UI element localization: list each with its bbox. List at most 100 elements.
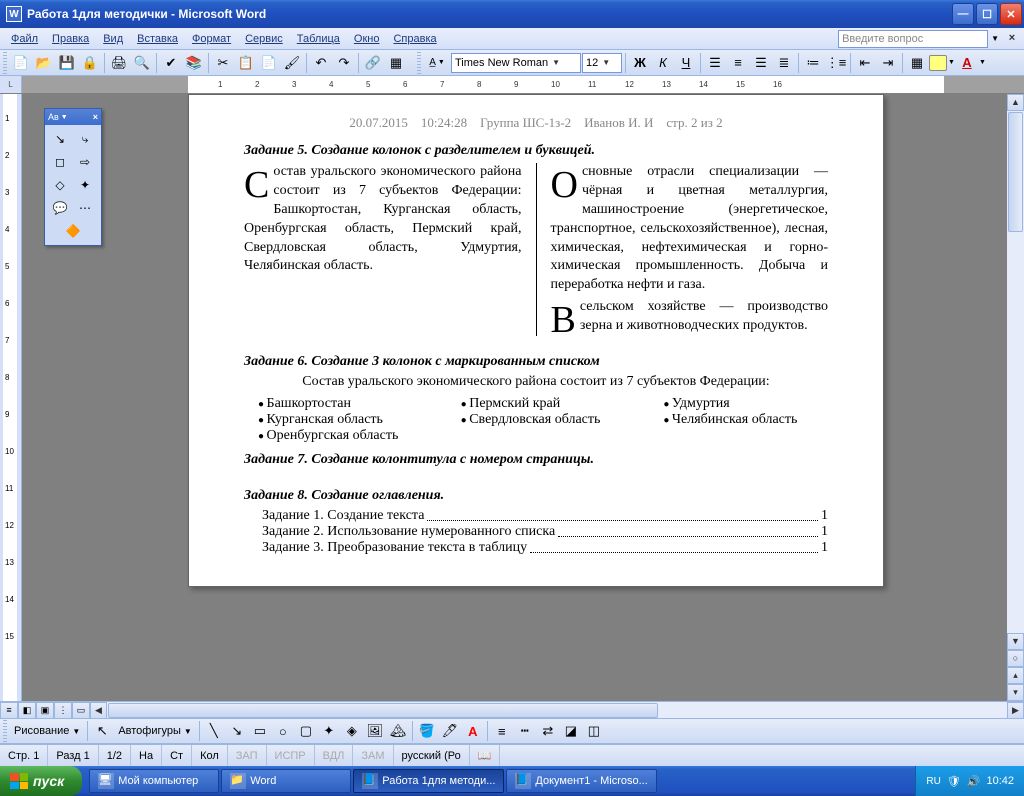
new-doc-button[interactable]: 📄: [10, 52, 32, 74]
autoshapes-floater[interactable]: Ав▼ × ↘ ⤷ ◻ ⇨ ◇ ✦ 💬 ⋯ 🔶: [44, 108, 102, 246]
print-layout-view-button[interactable]: ▣: [36, 702, 54, 719]
align-center-button[interactable]: ≡: [727, 52, 749, 74]
textbox-button[interactable]: ▢: [295, 720, 317, 742]
status-ext[interactable]: ВДЛ: [315, 745, 354, 766]
shape-callouts-icon[interactable]: 💬: [48, 197, 72, 219]
align-right-button[interactable]: ☰: [750, 52, 772, 74]
line-button[interactable]: ╲: [203, 720, 225, 742]
bold-button[interactable]: Ж: [629, 52, 651, 74]
permission-button[interactable]: 🔒: [79, 52, 101, 74]
status-ovr[interactable]: ЗАМ: [353, 745, 393, 766]
shape-more-icon[interactable]: ⋯: [73, 197, 97, 219]
minimize-button[interactable]: —: [952, 3, 974, 25]
menu-window[interactable]: Окно: [347, 31, 387, 47]
fill-color-button[interactable]: 🪣: [416, 720, 438, 742]
numbered-list-button[interactable]: ≔: [802, 52, 824, 74]
help-search-input[interactable]: [838, 30, 988, 48]
document-page[interactable]: 20.07.2015 10:24:28 Группа ШС-1з-2 Ивано…: [188, 94, 884, 587]
menu-help[interactable]: Справка: [386, 31, 443, 47]
shape-stars-icon[interactable]: ✦: [73, 174, 97, 196]
font-size-combo[interactable]: 12▼: [582, 53, 622, 73]
taskbar-item-doc2[interactable]: 📘Документ1 - Microso...: [506, 769, 656, 793]
tray-icon[interactable]: 🛡: [947, 775, 961, 788]
underline-button[interactable]: Ч: [675, 52, 697, 74]
align-left-button[interactable]: ☰: [704, 52, 726, 74]
prev-page-button[interactable]: ▴: [1007, 667, 1024, 684]
dash-style-button[interactable]: ┅: [514, 720, 536, 742]
hyperlink-button[interactable]: 🔗: [362, 52, 384, 74]
increase-indent-button[interactable]: ⇥: [877, 52, 899, 74]
shape-lines-icon[interactable]: ↘: [48, 128, 72, 150]
maximize-button[interactable]: ☐: [976, 3, 998, 25]
system-tray[interactable]: RU 🛡 🔊 10:42: [915, 766, 1024, 796]
italic-button[interactable]: К: [652, 52, 674, 74]
menu-tools[interactable]: Сервис: [238, 31, 290, 47]
floater-titlebar[interactable]: Ав▼ ×: [45, 109, 101, 125]
vertical-ruler[interactable]: 123456789101112131415: [0, 94, 22, 701]
copy-button[interactable]: 📋: [235, 52, 257, 74]
menu-edit[interactable]: Правка: [45, 31, 96, 47]
undo-button[interactable]: ↶: [310, 52, 332, 74]
diagram-button[interactable]: ◈: [341, 720, 363, 742]
highlight-button[interactable]: [929, 55, 947, 71]
menu-view[interactable]: Вид: [96, 31, 130, 47]
status-trk[interactable]: ИСПР: [267, 745, 315, 766]
borders-button[interactable]: ▦: [906, 52, 928, 74]
style-dropdown[interactable]: A̲▼: [424, 52, 450, 74]
cut-button[interactable]: ✂: [212, 52, 234, 74]
picture-button[interactable]: 🏔: [387, 720, 409, 742]
shape-basic-icon[interactable]: ◻: [48, 151, 72, 173]
hscroll-right-button[interactable]: ▶: [1007, 702, 1024, 719]
shape-connectors-icon[interactable]: ⤷: [73, 128, 97, 150]
print-preview-button[interactable]: 🔍: [131, 52, 153, 74]
web-view-button[interactable]: ◧: [18, 702, 36, 719]
drawing-menu[interactable]: Рисование▼: [10, 725, 84, 737]
document-viewport[interactable]: Ав▼ × ↘ ⤷ ◻ ⇨ ◇ ✦ 💬 ⋯ 🔶 20.07.2015 10:24…: [22, 94, 1007, 701]
outline-view-button[interactable]: ⋮: [54, 702, 72, 719]
shadow-button[interactable]: ◪: [560, 720, 582, 742]
font-color-button2[interactable]: A: [462, 720, 484, 742]
3d-button[interactable]: ◫: [583, 720, 605, 742]
scroll-up-button[interactable]: ▲: [1007, 94, 1024, 111]
next-page-button[interactable]: ▾: [1007, 684, 1024, 701]
oval-button[interactable]: ○: [272, 720, 294, 742]
rectangle-button[interactable]: ▭: [249, 720, 271, 742]
hscroll-track[interactable]: [107, 702, 1007, 718]
reading-view-button[interactable]: ▭: [72, 702, 90, 719]
wordart-button[interactable]: ✦: [318, 720, 340, 742]
hscroll-thumb[interactable]: [108, 703, 658, 718]
floater-close-icon[interactable]: ×: [93, 112, 98, 122]
line-style-button[interactable]: ≡: [491, 720, 513, 742]
arrow-button[interactable]: ↘: [226, 720, 248, 742]
status-lang[interactable]: русский (Ро: [394, 745, 470, 766]
print-button[interactable]: 🖨: [108, 52, 130, 74]
taskbar-item-word-folder[interactable]: 📁Word: [221, 769, 351, 793]
select-objects-button[interactable]: ↖: [91, 720, 113, 742]
close-document-button[interactable]: ×: [1004, 31, 1020, 47]
save-button[interactable]: 💾: [56, 52, 78, 74]
menu-table[interactable]: Таблица: [290, 31, 347, 47]
normal-view-button[interactable]: ≡: [0, 702, 18, 719]
menu-file[interactable]: Файл: [4, 31, 45, 47]
menu-insert[interactable]: Вставка: [130, 31, 185, 47]
autoshapes-menu[interactable]: Автофигуры▼: [114, 725, 196, 737]
language-indicator[interactable]: RU: [926, 776, 940, 787]
tables-button[interactable]: ▦: [385, 52, 407, 74]
scroll-down-button[interactable]: ▼: [1007, 633, 1024, 650]
menu-format[interactable]: Формат: [185, 31, 238, 47]
open-button[interactable]: 📂: [33, 52, 55, 74]
hscroll-left-button[interactable]: ◀: [90, 702, 107, 719]
font-combo[interactable]: Times New Roman▼: [451, 53, 581, 73]
spelling-button[interactable]: ✔: [160, 52, 182, 74]
redo-button[interactable]: ↷: [333, 52, 355, 74]
justify-button[interactable]: ≣: [773, 52, 795, 74]
shape-other-icon[interactable]: 🔶: [48, 220, 98, 242]
line-color-button[interactable]: 🖊: [439, 720, 461, 742]
start-button[interactable]: пуск: [0, 766, 82, 796]
clipart-button[interactable]: 🖼: [364, 720, 386, 742]
taskbar-item-doc1[interactable]: 📘Работа 1для методи...: [353, 769, 504, 793]
decrease-indent-button[interactable]: ⇤: [854, 52, 876, 74]
paste-button[interactable]: 📄: [258, 52, 280, 74]
close-button[interactable]: ✕: [1000, 3, 1022, 25]
font-color-button[interactable]: A: [956, 52, 978, 74]
